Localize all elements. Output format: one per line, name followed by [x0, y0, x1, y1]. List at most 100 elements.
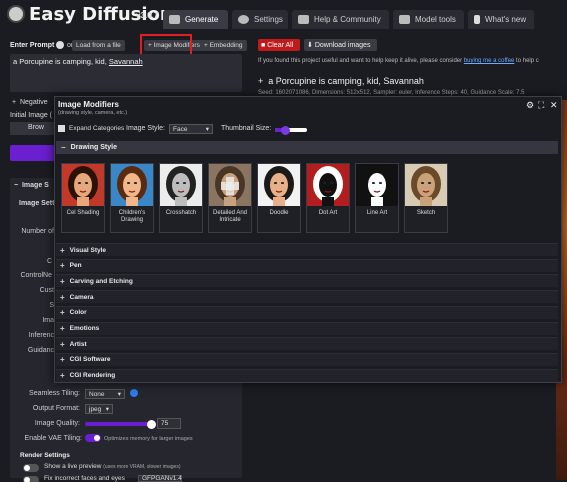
tab-whats-new[interactable]: What's new — [468, 10, 534, 29]
modifier-thumbnail — [160, 164, 202, 206]
result-title-text: a Porcupine is camping, kid, Savannah — [268, 76, 424, 86]
vae-tiling-note: Optimizes memory for larger images — [104, 436, 193, 442]
plus-icon: + — [60, 245, 65, 255]
tab-label: Settings — [254, 15, 283, 24]
category-drawing-style[interactable]: − Drawing Style — [56, 141, 558, 154]
vae-tiling-toggle[interactable] — [85, 434, 101, 442]
dialog-controls: ⚙ ⛶ ✕ — [526, 101, 558, 110]
toggle-knob — [94, 435, 100, 441]
image-settings-header[interactable]: − Image S — [14, 182, 49, 189]
setting-label: Guidanc — [27, 347, 54, 354]
image-quality-slider[interactable] — [85, 422, 151, 426]
category-row[interactable]: + Artist — [56, 337, 558, 351]
category-row[interactable]: + Visual Style — [56, 243, 558, 256]
image-modifiers-dialog: Image Modifiers (drawing style, camera, … — [54, 96, 562, 383]
load-from-file-button[interactable]: Load from a file — [72, 40, 125, 51]
close-icon[interactable]: ✕ — [550, 101, 558, 110]
seamless-tiling-select[interactable]: None ▾ — [85, 389, 125, 399]
category-row[interactable]: + Carving and Etching — [56, 274, 558, 288]
modifier-card[interactable]: Sketch — [404, 163, 448, 233]
setting-label: Cust — [39, 287, 54, 294]
modifier-card[interactable]: Doodle — [257, 163, 301, 233]
modifier-label: Detailed And Intricate — [212, 210, 248, 223]
download-icon: ⬇ — [307, 42, 315, 49]
live-preview-label-text: Show a live preview — [44, 463, 102, 470]
category-label: CGI Software — [69, 356, 111, 364]
help-icon[interactable] — [56, 41, 64, 49]
tab-settings[interactable]: Settings — [232, 10, 288, 29]
tab-help-community[interactable]: Help & Community — [292, 10, 389, 29]
info-icon[interactable] — [130, 389, 138, 397]
fix-faces-model-select[interactable]: GFPGANv1.4 — [138, 475, 182, 482]
negative-prompt-toggle[interactable]: + Negative — [12, 99, 48, 106]
chat-icon — [298, 15, 309, 24]
toggle-knob — [24, 477, 30, 482]
image-style-label: Image Style: — [126, 125, 165, 132]
modifier-label: Crosshatch — [165, 210, 197, 216]
setting-label: Inferenc — [28, 332, 54, 339]
prompt-textarea[interactable]: a Porcupine is camping, kid, Savannah — [10, 54, 242, 92]
embedding-button[interactable]: + Embedding — [200, 40, 247, 51]
image-style-select[interactable]: Face ▾ — [169, 124, 213, 134]
category-row[interactable]: + Pen — [56, 258, 558, 272]
modifier-label: Cel Shading — [66, 210, 100, 216]
modifier-card[interactable]: Dot Art — [306, 163, 350, 233]
plus-icon: + — [60, 339, 65, 349]
category-label: Emotions — [69, 325, 100, 332]
setting-label: ControlNe — [20, 272, 52, 279]
expand-icon[interactable]: ⛶ — [538, 101, 545, 110]
output-format-value: jpeg — [89, 405, 102, 413]
live-preview-toggle[interactable] — [23, 464, 39, 472]
browse-button[interactable]: Brow — [10, 122, 60, 135]
modifier-card[interactable]: Line Art — [355, 163, 399, 233]
clear-all-button[interactable]: ■ Clear All — [258, 39, 300, 51]
modifier-card[interactable]: Crosshatch — [159, 163, 203, 233]
fix-faces-toggle[interactable] — [23, 476, 39, 482]
thumbnail-size-slider-handle[interactable] — [280, 126, 290, 135]
make-image-button[interactable] — [10, 145, 56, 161]
donate-link[interactable]: buying me a coffee — [464, 58, 515, 64]
vae-tiling-label: Enable VAE Tiling: — [24, 435, 82, 442]
seamless-tiling-label: Seamless Tiling: — [29, 390, 80, 397]
expand-categories-toggle[interactable]: Expand Categories — [58, 125, 124, 132]
image-quality-slider-handle[interactable] — [147, 420, 156, 429]
tab-label: Help & Community — [314, 15, 381, 24]
modifier-label: Doodle — [269, 210, 289, 216]
plus-icon: + — [60, 371, 65, 381]
setting-label: C — [46, 258, 52, 265]
setting-label: Ima — [42, 317, 54, 324]
setting-label: Number of — [21, 228, 54, 235]
download-images-button[interactable]: ⬇ Download images — [304, 39, 377, 51]
image-settings-subheader: Image Setti — [19, 200, 57, 207]
category-row[interactable]: + CGI Rendering — [56, 368, 558, 382]
expand-categories-label: Expand Categories — [69, 125, 125, 132]
task-toggle-icon[interactable]: + — [258, 76, 268, 86]
chevron-down-icon: ▾ — [205, 126, 209, 133]
image-quality-input[interactable]: 75 — [157, 418, 181, 429]
chevron-down-icon: ▾ — [117, 391, 121, 398]
tab-generate[interactable]: Generate — [163, 10, 228, 29]
top-header: Easy Diffusion v3.0.7 Generate Settings … — [0, 0, 567, 32]
modifier-thumbnail — [258, 164, 300, 206]
category-row[interactable]: + Emotions — [56, 321, 558, 335]
plus-icon: + — [60, 261, 65, 271]
fix-faces-model-value: GFPGANv1.4 — [142, 475, 182, 482]
fix-faces-label: Fix incorrect faces and eyes — [44, 475, 125, 482]
modifier-card[interactable]: Children's Drawing — [110, 163, 154, 233]
output-format-select[interactable]: jpeg ▾ — [85, 404, 113, 414]
expand-checkbox[interactable] — [58, 125, 65, 132]
thumbnail-size-label: Thumbnail Size: — [221, 125, 272, 132]
modifier-card[interactable]: Cel Shading — [61, 163, 105, 233]
image-style-value: Face — [173, 125, 188, 133]
plus-icon: + — [60, 324, 65, 333]
category-label: Carving and Etching — [69, 277, 133, 285]
tab-model-tools[interactable]: Model tools — [393, 10, 464, 29]
category-row[interactable]: + Color — [56, 305, 558, 319]
clear-all-label: Clear All — [267, 41, 294, 49]
toolbox-icon — [399, 15, 410, 24]
thumbnail-size-slider[interactable] — [275, 128, 307, 132]
modifier-card[interactable]: Detailed And Intricate — [208, 163, 252, 233]
category-row[interactable]: + CGI Software — [56, 352, 558, 366]
gear-icon[interactable]: ⚙ — [526, 101, 534, 110]
category-row[interactable]: + Camera — [56, 290, 558, 304]
